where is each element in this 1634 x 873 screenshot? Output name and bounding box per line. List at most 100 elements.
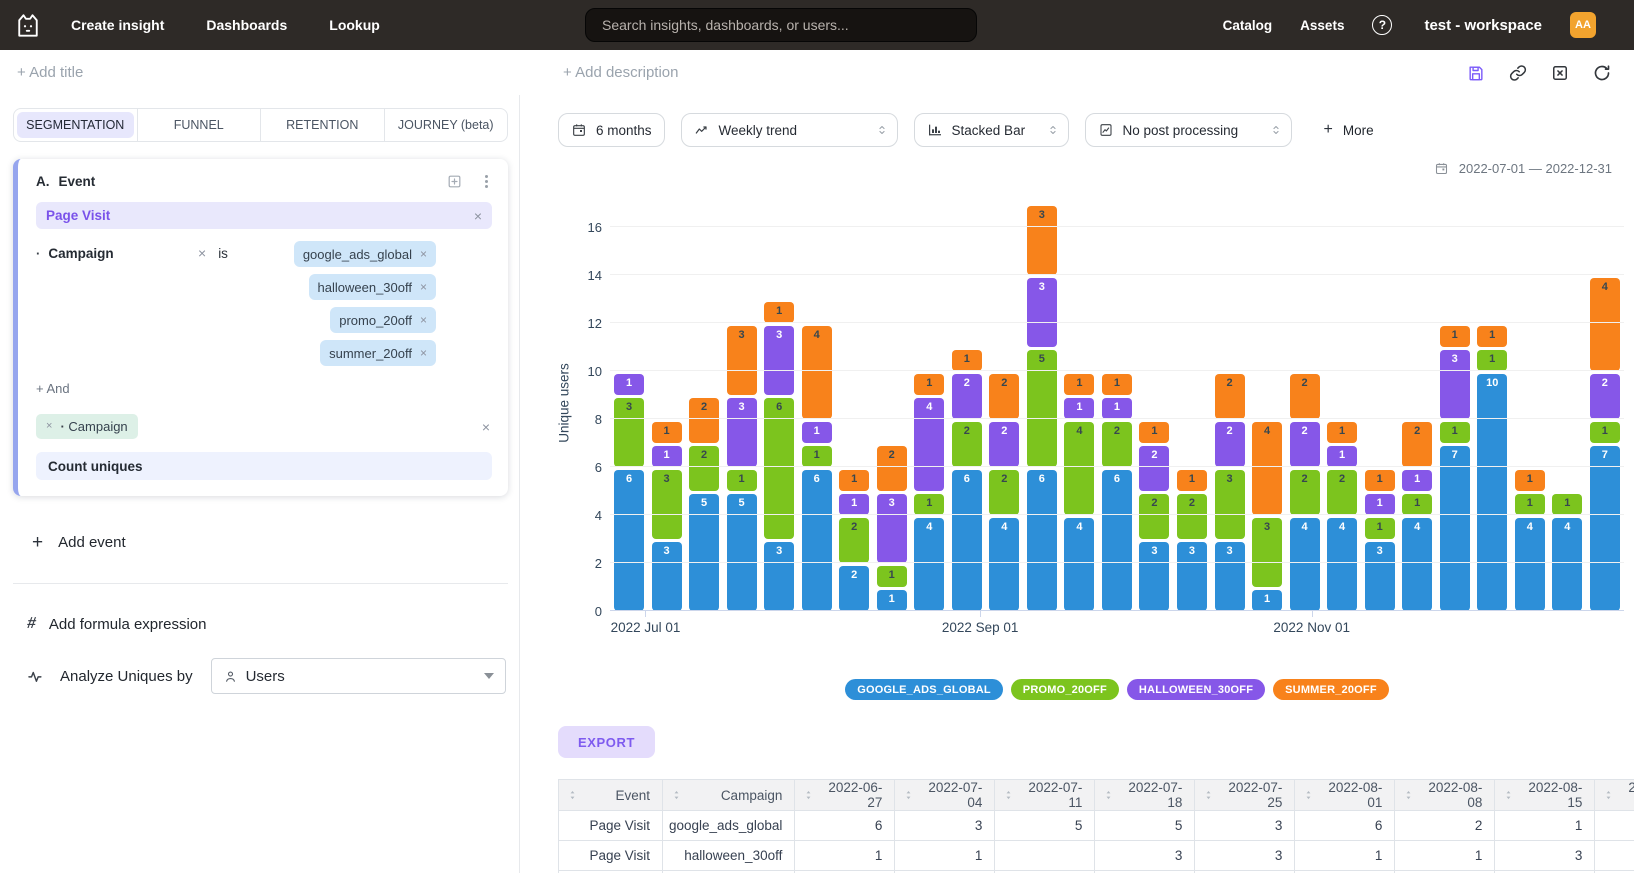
bar-segment[interactable]: 1 — [877, 566, 907, 587]
legend-item-summer_20off[interactable]: SUMMER_20OFF — [1273, 679, 1389, 700]
bar-segment[interactable]: 1 — [1402, 494, 1432, 515]
bar-segment[interactable]: 6 — [1027, 470, 1057, 611]
bar-segment[interactable]: 3 — [1177, 542, 1207, 611]
bar-segment[interactable]: 2 — [839, 518, 869, 563]
bar-segment[interactable]: 3 — [1139, 542, 1169, 611]
add-and-condition[interactable]: + And — [36, 381, 496, 396]
bar-segment[interactable]: 4 — [1064, 422, 1094, 515]
post-processing-select[interactable]: No post processing — [1085, 113, 1292, 147]
bar-segment[interactable]: 1 — [802, 446, 832, 467]
legend-item-halloween_30off[interactable]: HALLOWEEN_30OFF — [1127, 679, 1265, 700]
bar-segment[interactable]: 1 — [1064, 398, 1094, 419]
add-description-field[interactable]: + Add description — [563, 64, 679, 81]
bar-2022-09-12[interactable]: 3356 — [1027, 203, 1057, 611]
nav-item-dashboards[interactable]: Dashboards — [206, 17, 287, 33]
sort-icon[interactable] — [1002, 789, 1015, 802]
bar-segment[interactable]: 7 — [1590, 446, 1620, 611]
bar-segment[interactable]: 3 — [1365, 542, 1395, 611]
bar-segment[interactable]: 4 — [802, 326, 832, 419]
bar-segment[interactable]: 3 — [1027, 206, 1057, 275]
bar-segment[interactable]: 1 — [1064, 374, 1094, 395]
event-menu-icon[interactable] — [485, 175, 488, 188]
sort-icon[interactable] — [1602, 789, 1615, 802]
bar-2022-07-04[interactable]: 1133 — [652, 419, 682, 611]
remove-breakdown-icon[interactable]: × — [46, 421, 52, 432]
bar-2022-09-26[interactable]: 1126 — [1102, 371, 1132, 611]
tab-funnel[interactable]: FUNNEL — [137, 109, 261, 141]
tab-retention[interactable]: RETENTION — [260, 109, 384, 141]
bar-segment[interactable]: 1 — [652, 446, 682, 467]
bar-segment[interactable]: 1 — [839, 494, 869, 515]
bar-2022-06-27[interactable]: 136 — [614, 371, 644, 611]
remove-value-icon[interactable]: × — [420, 347, 427, 359]
bar-2022-10-24[interactable]: 431 — [1252, 419, 1282, 611]
date-range-button[interactable]: 6 months — [558, 113, 665, 147]
bar-segment[interactable]: 2 — [1290, 470, 1320, 515]
bar-segment[interactable]: 1 — [1327, 446, 1357, 467]
bar-segment[interactable]: 1 — [1440, 326, 1470, 347]
cat-logo-icon[interactable] — [13, 10, 43, 40]
sort-icon[interactable] — [902, 789, 915, 802]
nav-item-create-insight[interactable]: Create insight — [71, 17, 164, 33]
avatar[interactable]: AA — [1570, 12, 1596, 38]
filter-value-chip[interactable]: promo_20off× — [330, 307, 436, 333]
bar-segment[interactable]: 1 — [1102, 398, 1132, 419]
add-event-button[interactable]: + Add event — [32, 533, 508, 552]
bar-segment[interactable]: 1 — [1365, 494, 1395, 515]
export-button[interactable]: EXPORT — [558, 726, 655, 758]
bar-segment[interactable]: 2 — [689, 398, 719, 443]
bar-segment[interactable]: 1 — [1440, 422, 1470, 443]
bar-segment[interactable]: 1 — [1252, 590, 1282, 611]
remove-filter-icon[interactable]: × — [198, 241, 206, 260]
bar-segment[interactable]: 1 — [877, 590, 907, 611]
bar-segment[interactable]: 1 — [1402, 470, 1432, 491]
remove-value-icon[interactable]: × — [420, 281, 427, 293]
bar-segment[interactable]: 2 — [839, 566, 869, 611]
bar-segment[interactable]: 4 — [989, 518, 1019, 611]
filter-property[interactable]: Campaign — [48, 246, 113, 261]
bar-segment[interactable]: 2 — [1139, 446, 1169, 491]
bar-2022-07-25[interactable]: 1363 — [764, 299, 794, 611]
sort-icon[interactable] — [1302, 789, 1315, 802]
clear-icon[interactable] — [1550, 63, 1570, 83]
bar-segment[interactable]: 1 — [952, 350, 982, 371]
bar-segment[interactable]: 3 — [1215, 470, 1245, 539]
bar-segment[interactable]: 4 — [1252, 422, 1282, 515]
filter-value-chip[interactable]: summer_20off× — [320, 340, 436, 366]
tab-journey-beta[interactable]: JOURNEY (beta) — [384, 109, 508, 141]
bar-segment[interactable]: 2 — [689, 446, 719, 491]
bar-segment[interactable]: 4 — [1590, 278, 1620, 371]
bar-segment[interactable]: 1 — [1365, 518, 1395, 539]
bar-segment[interactable]: 6 — [764, 398, 794, 539]
search-input[interactable] — [585, 8, 977, 42]
bar-2022-12-26[interactable]: 4217 — [1590, 275, 1620, 611]
bar-segment[interactable]: 3 — [652, 470, 682, 539]
sort-icon[interactable] — [1102, 789, 1115, 802]
add-formula-button[interactable]: # Add formula expression — [27, 615, 508, 633]
measurement-selector[interactable]: Count uniques — [36, 452, 492, 480]
analyze-by-select[interactable]: Users — [211, 658, 506, 694]
bar-segment[interactable]: 7 — [1440, 446, 1470, 611]
bar-2022-11-21[interactable]: 2114 — [1402, 419, 1432, 611]
bar-segment[interactable]: 2 — [1215, 374, 1245, 419]
bar-2022-11-07[interactable]: 1124 — [1327, 419, 1357, 611]
bar-segment[interactable]: 3 — [727, 326, 757, 395]
bar-segment[interactable]: 1 — [1365, 470, 1395, 491]
bar-segment[interactable]: 5 — [689, 494, 719, 611]
filter-value-chip[interactable]: halloween_30off× — [309, 274, 436, 300]
bar-segment[interactable]: 2 — [877, 446, 907, 491]
bar-2022-08-29[interactable]: 1226 — [952, 347, 982, 611]
bar-2022-12-12[interactable]: 114 — [1515, 467, 1545, 611]
refresh-icon[interactable] — [1592, 63, 1612, 83]
remove-breakdown-row-icon[interactable]: × — [482, 420, 490, 434]
bar-2022-12-05[interactable]: 1110 — [1477, 323, 1507, 611]
filter-value-chip[interactable]: google_ads_global× — [294, 241, 436, 267]
bar-segment[interactable]: 3 — [877, 494, 907, 563]
bar-segment[interactable]: 2 — [1177, 494, 1207, 539]
bar-2022-07-18[interactable]: 3315 — [727, 323, 757, 611]
add-title-field[interactable]: + Add title — [17, 64, 83, 81]
trend-select[interactable]: Weekly trend — [681, 113, 898, 147]
remove-value-icon[interactable]: × — [420, 314, 427, 326]
bar-segment[interactable]: 6 — [614, 470, 644, 611]
bar-2022-11-28[interactable]: 1317 — [1440, 323, 1470, 611]
